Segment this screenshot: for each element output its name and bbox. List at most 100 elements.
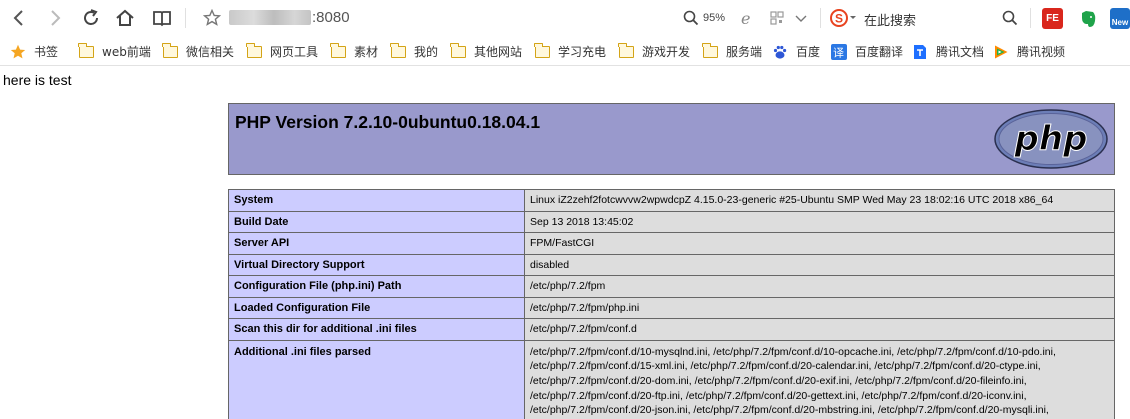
- bookmark-item-bookmarks[interactable]: 书签: [10, 43, 58, 60]
- table-row: Scan this dir for additional .ini files /…: [228, 318, 1115, 341]
- folder-icon: [246, 42, 262, 59]
- row-value: FPM/FastCGI: [524, 232, 1115, 255]
- phpinfo-table: System Linux iZ2zehf2fotcwvvw2wpwdcpZ 4.1…: [228, 189, 1115, 419]
- reader-mode-button[interactable]: [149, 5, 175, 31]
- bookmark-folder-learning[interactable]: 学习充电: [534, 42, 606, 60]
- folder-icon: [534, 42, 550, 59]
- bookmark-label: 我的: [414, 45, 439, 59]
- sogou-search-icon: S: [830, 9, 856, 27]
- bookmark-folder-other-sites[interactable]: 其他网站: [450, 42, 523, 60]
- folder-icon: [162, 42, 178, 59]
- bookmark-label: 百度翻译: [855, 45, 904, 59]
- table-row: System Linux iZ2zehf2fotcwvvw2wpwdcpZ 4.1…: [228, 189, 1115, 212]
- forward-arrow-icon: [51, 10, 61, 26]
- svg-text:S: S: [835, 12, 843, 26]
- php-logo-icon[interactable]: php: [993, 108, 1109, 170]
- search-placeholder[interactable]: 在此搜索: [864, 10, 916, 29]
- folder-icon: [450, 42, 466, 59]
- baidu-translate-icon: 译: [831, 43, 847, 60]
- tencent-video-icon: [993, 45, 1009, 59]
- bookmarks-bar: 书签 web前端 微信相关 网页工具 素材 我的 其他网站 学习充电 游戏开发 …: [0, 36, 1130, 66]
- bookmark-tencent-docs[interactable]: 腾讯文档: [912, 43, 984, 60]
- url-port[interactable]: :8080: [312, 9, 350, 26]
- folder-icon: [618, 42, 634, 59]
- ie-compat-button[interactable]: e: [734, 5, 760, 31]
- qr-code-button[interactable]: [764, 5, 790, 31]
- zoom-magnifier-icon: [683, 10, 699, 26]
- search-button[interactable]: [997, 5, 1023, 31]
- row-key: System: [228, 189, 525, 212]
- table-row: Configuration File (php.ini) Path/etc/ph…: [228, 275, 1115, 298]
- browser-toolbar: :8080 95% e S 在此搜索 FE New: [0, 0, 1130, 36]
- row-key: Build Date: [228, 210, 525, 233]
- forward-button[interactable]: [42, 5, 68, 31]
- bookmark-label: 素材: [354, 45, 379, 59]
- svg-text:e: e: [741, 9, 750, 27]
- toolbar-divider: [1030, 8, 1031, 28]
- row-key: Configuration File (php.ini) Path: [228, 275, 525, 298]
- url-host-redacted[interactable]: [229, 10, 311, 25]
- baidu-paw-icon: [772, 45, 788, 59]
- php-logo-text: php: [1014, 119, 1088, 159]
- reload-button[interactable]: [78, 5, 104, 31]
- zoom-button[interactable]: [678, 5, 704, 31]
- back-button[interactable]: [6, 5, 32, 31]
- bookmark-label: 其他网站: [474, 45, 523, 59]
- row-value: Linux iZ2zehf2fotcwvvw2wpwdcpZ 4.15.0-23…: [524, 189, 1115, 212]
- bookmark-baidu[interactable]: 百度: [772, 43, 820, 60]
- page-viewport[interactable]: here is test PHP Version 7.2.10-0ubuntu0…: [0, 67, 1130, 419]
- extension-new-label: New: [1111, 18, 1129, 27]
- phpinfo-header: PHP Version 7.2.10-0ubuntu0.18.04.1 php: [228, 103, 1115, 175]
- row-value: Sep 13 2018 13:45:02: [524, 210, 1115, 233]
- toolbar-dropdown-button[interactable]: [788, 5, 814, 31]
- star-icon: [10, 44, 26, 59]
- reader-mode-icon: [153, 11, 171, 27]
- extension-new-button[interactable]: New: [1110, 8, 1130, 29]
- reload-icon: [84, 9, 98, 25]
- bookmark-label: 游戏开发: [642, 45, 691, 59]
- table-row: Additional .ini files parsed/etc/php/7.2…: [228, 339, 1115, 419]
- back-arrow-icon: [13, 10, 23, 26]
- bookmark-star-button[interactable]: [199, 5, 225, 31]
- bookmark-label: 服务端: [726, 45, 763, 59]
- extension-fe-button[interactable]: FE: [1042, 8, 1063, 29]
- folder-icon: [390, 42, 406, 59]
- bookmark-folder-assets[interactable]: 素材: [330, 42, 379, 60]
- toolbar-divider: [820, 8, 821, 28]
- table-row: Build Date Sep 13 2018 13:45:02: [228, 210, 1115, 233]
- bookmark-folder-webtools[interactable]: 网页工具: [246, 42, 319, 60]
- bookmark-folder-web[interactable]: web前端: [78, 42, 151, 60]
- tencent-docs-icon: [912, 44, 928, 59]
- bookmark-label: 微信相关: [186, 45, 235, 59]
- extension-evernote-button[interactable]: [1077, 8, 1098, 29]
- zoom-level[interactable]: 95%: [703, 12, 725, 24]
- php-version-title: PHP Version 7.2.10-0ubuntu0.18.04.1: [235, 112, 541, 132]
- bookmark-folder-wechat[interactable]: 微信相关: [162, 42, 235, 60]
- folder-icon: [702, 42, 718, 59]
- toolbar-divider: [185, 8, 186, 28]
- home-button[interactable]: [112, 5, 138, 31]
- star-icon: [203, 9, 221, 26]
- folder-icon: [330, 42, 346, 59]
- row-value: /etc/php/7.2/fpm/conf.d/10-mysqlnd.ini, …: [524, 339, 1115, 419]
- row-key: Virtual Directory Support: [228, 253, 525, 276]
- intro-text: here is test: [3, 72, 72, 88]
- row-value: /etc/php/7.2/fpm/php.ini: [524, 296, 1115, 319]
- bookmark-label: web前端: [102, 45, 151, 59]
- row-value: /etc/php/7.2/fpm: [524, 275, 1115, 298]
- extension-fe-label: FE: [1046, 13, 1059, 24]
- bookmark-folder-gamedev[interactable]: 游戏开发: [618, 42, 691, 60]
- bookmark-label: 网页工具: [270, 45, 319, 59]
- qr-code-icon: [770, 11, 784, 25]
- bookmark-folder-server[interactable]: 服务端: [702, 42, 763, 60]
- row-value: /etc/php/7.2/fpm/conf.d: [524, 318, 1115, 341]
- bookmark-tencent-video[interactable]: 腾讯视频: [993, 43, 1065, 60]
- bookmark-baidu-translate[interactable]: 译 百度翻译: [831, 43, 903, 60]
- search-engine-button[interactable]: S: [828, 5, 858, 31]
- bookmark-folder-mine[interactable]: 我的: [390, 42, 439, 60]
- row-key: Server API: [228, 232, 525, 255]
- bookmark-label: 腾讯文档: [936, 45, 985, 59]
- table-row: Virtual Directory Support disabled: [228, 253, 1115, 276]
- search-icon: [1002, 10, 1018, 26]
- row-key: Additional .ini files parsed: [228, 339, 525, 419]
